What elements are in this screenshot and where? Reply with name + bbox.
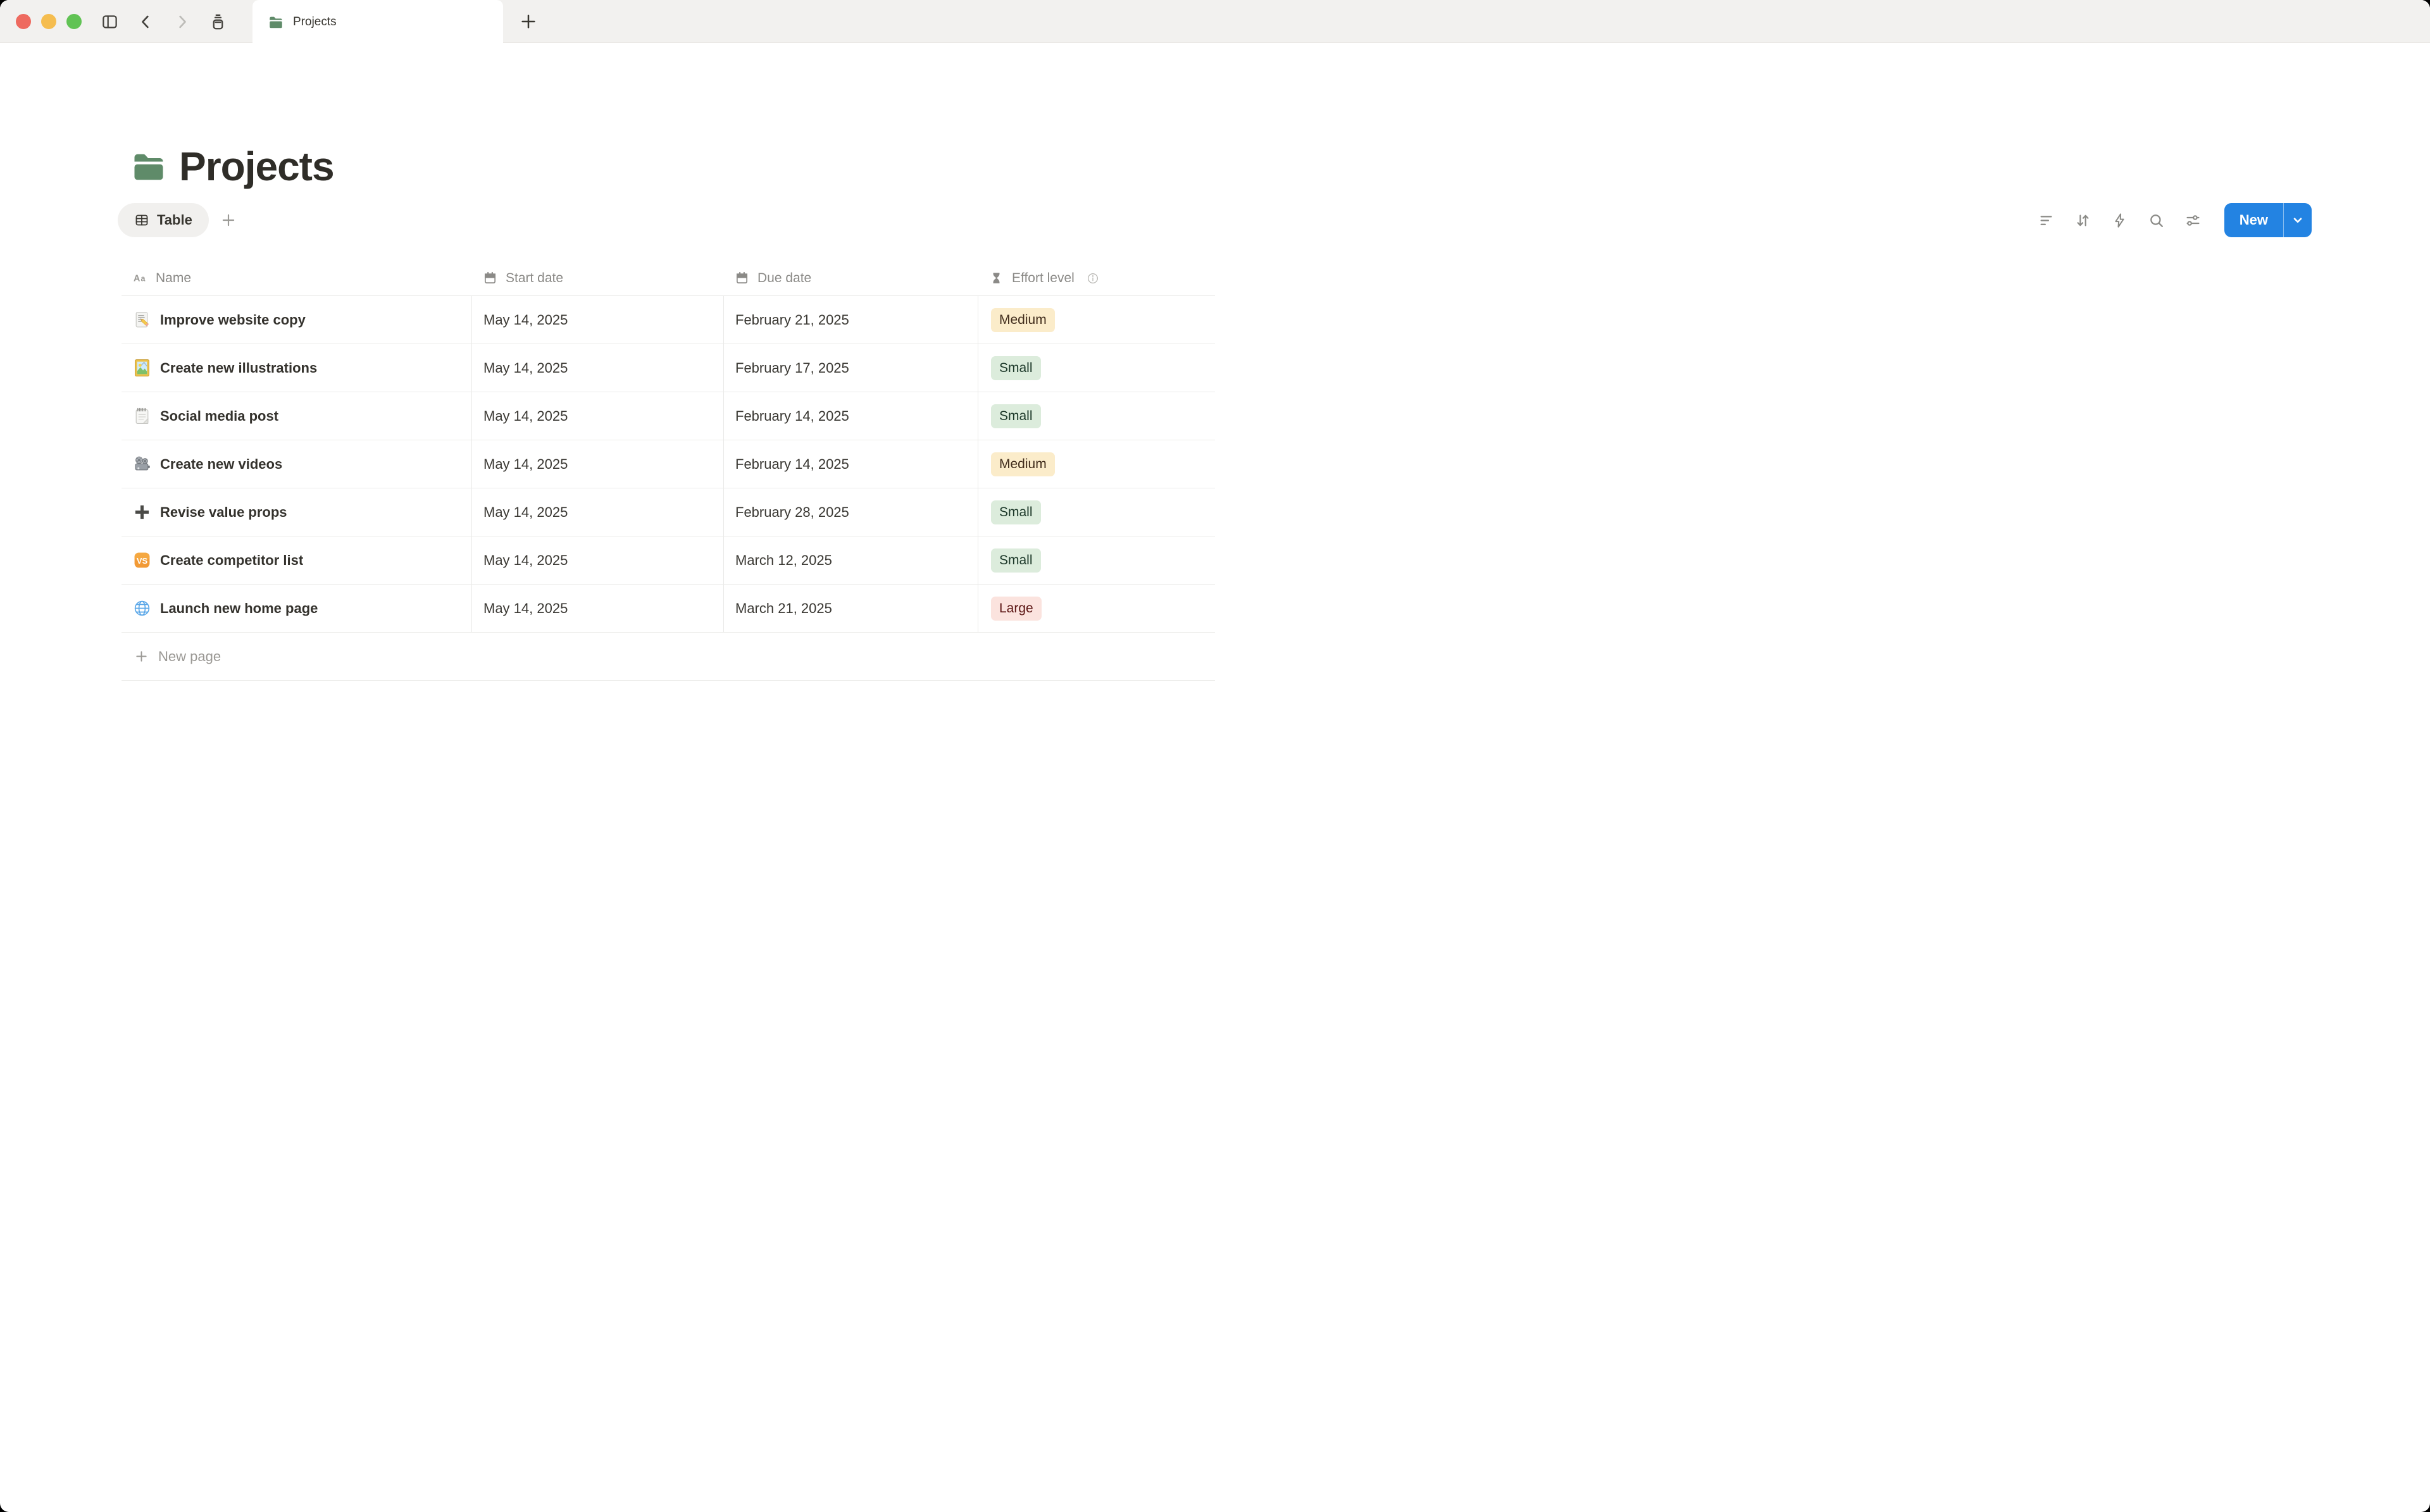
calendar-icon (483, 271, 497, 285)
minimize-window-button[interactable] (41, 14, 56, 29)
table-row: VS Create competitor list May 14, 2025 M… (122, 536, 1215, 585)
new-button[interactable]: New (2224, 203, 2312, 237)
table-row: Create new illustrations May 14, 2025 Fe… (122, 344, 1215, 392)
cell-due-date[interactable]: February 14, 2025 (723, 392, 978, 440)
cell-name[interactable]: Create new videos (122, 440, 471, 488)
new-button-label[interactable]: New (2224, 203, 2283, 237)
table-row: Social media post May 14, 2025 February … (122, 392, 1215, 440)
calendar-icon (735, 271, 749, 285)
effort-badge: Large (991, 597, 1042, 621)
app-window: Projects Projects Table New (0, 0, 2430, 1512)
effort-badge: Small (991, 548, 1041, 573)
column-header-start-date[interactable]: Start date (471, 261, 723, 295)
forward-icon[interactable] (173, 13, 190, 30)
cell-start-date[interactable]: May 14, 2025 (471, 296, 723, 344)
cell-due-date[interactable]: February 14, 2025 (723, 440, 978, 488)
tab-projects[interactable]: Projects (252, 0, 503, 44)
column-header-name[interactable]: Aa Name (122, 261, 471, 295)
filter-icon[interactable] (2038, 212, 2055, 229)
close-window-button[interactable] (16, 14, 31, 29)
cell-start-date[interactable]: May 14, 2025 (471, 536, 723, 584)
page-content: Projects Table New Aa (0, 43, 2430, 755)
cell-name[interactable]: Revise value props (122, 488, 471, 536)
effort-badge: Medium (991, 308, 1055, 332)
cell-start-date[interactable]: May 14, 2025 (471, 344, 723, 392)
cell-effort-level[interactable]: Small (978, 392, 1215, 440)
cell-due-date[interactable]: March 21, 2025 (723, 585, 978, 632)
cell-due-date[interactable]: February 28, 2025 (723, 488, 978, 536)
cell-name[interactable]: Improve website copy (122, 296, 471, 344)
sidebar-toggle-icon[interactable] (101, 13, 118, 30)
new-tab-button[interactable] (519, 12, 538, 31)
globe-emoji-icon (133, 599, 151, 617)
new-page-label: New page (158, 648, 221, 665)
picture-emoji-icon (133, 359, 151, 377)
cell-due-date[interactable]: February 21, 2025 (723, 296, 978, 344)
cell-effort-level[interactable]: Medium (978, 440, 1215, 488)
inbox-icon[interactable] (209, 13, 227, 30)
cell-start-date[interactable]: May 14, 2025 (471, 585, 723, 632)
table-row: Create new videos May 14, 2025 February … (122, 440, 1215, 488)
table-row: Revise value props May 14, 2025 February… (122, 488, 1215, 536)
back-icon[interactable] (137, 13, 154, 30)
traffic-lights (16, 14, 82, 29)
view-label: Table (157, 212, 192, 228)
memo-emoji-icon (133, 311, 151, 329)
view-settings-icon[interactable] (2184, 212, 2202, 229)
column-header-effort-level[interactable]: Effort level (978, 261, 1215, 295)
sort-icon[interactable] (2074, 212, 2091, 229)
effort-badge: Medium (991, 452, 1055, 476)
effort-badge: Small (991, 404, 1041, 428)
view-tab-table[interactable]: Table (118, 203, 209, 237)
cell-start-date[interactable]: May 14, 2025 (471, 488, 723, 536)
folder-icon (268, 14, 284, 30)
cell-effort-level[interactable]: Small (978, 344, 1215, 392)
cell-effort-level[interactable]: Large (978, 585, 1215, 632)
cell-start-date[interactable]: May 14, 2025 (471, 440, 723, 488)
cell-due-date[interactable]: February 17, 2025 (723, 344, 978, 392)
table-row: Launch new home page May 14, 2025 March … (122, 585, 1215, 633)
effort-badge: Small (991, 356, 1041, 380)
cell-name[interactable]: Social media post (122, 392, 471, 440)
svg-text:VS: VS (137, 556, 148, 566)
info-icon[interactable] (1087, 272, 1099, 285)
tab-bar: Projects (0, 0, 2430, 43)
projects-table: Aa Name Start date Due date Effort level… (122, 261, 1215, 681)
cell-effort-level[interactable]: Small (978, 488, 1215, 536)
cell-name[interactable]: VS Create competitor list (122, 536, 471, 584)
table-header-row: Aa Name Start date Due date Effort level (122, 261, 1215, 296)
table-row: Improve website copy May 14, 2025 Februa… (122, 296, 1215, 344)
page-title[interactable]: Projects (179, 143, 334, 190)
zoom-window-button[interactable] (66, 14, 82, 29)
text-aa-icon: Aa (133, 271, 147, 285)
plus-emoji-icon (133, 503, 151, 521)
notepad-emoji-icon (133, 407, 151, 425)
automation-icon[interactable] (2111, 212, 2128, 229)
cell-effort-level[interactable]: Small (978, 536, 1215, 584)
table-grid-icon (134, 213, 149, 228)
hourglass-icon (989, 271, 1004, 285)
column-header-due-date[interactable]: Due date (723, 261, 978, 295)
tab-title: Projects (293, 15, 337, 29)
cell-name[interactable]: Launch new home page (122, 585, 471, 632)
plus-icon (134, 649, 149, 664)
chevron-down-icon (2291, 213, 2305, 227)
svg-text:A: A (134, 273, 140, 283)
view-bar: Table New (118, 202, 2312, 238)
new-button-dropdown[interactable] (2284, 203, 2312, 237)
effort-badge: Small (991, 500, 1041, 524)
cell-name[interactable]: Create new illustrations (122, 344, 471, 392)
add-view-button[interactable] (220, 212, 237, 228)
page-folder-icon[interactable] (130, 147, 168, 185)
search-icon[interactable] (2148, 212, 2165, 229)
cell-effort-level[interactable]: Medium (978, 296, 1215, 344)
cell-start-date[interactable]: May 14, 2025 (471, 392, 723, 440)
new-page-row[interactable]: New page (122, 633, 1215, 681)
vs-emoji-icon: VS (133, 551, 151, 569)
svg-text:a: a (140, 274, 145, 283)
projector-emoji-icon (133, 455, 151, 473)
cell-due-date[interactable]: March 12, 2025 (723, 536, 978, 584)
